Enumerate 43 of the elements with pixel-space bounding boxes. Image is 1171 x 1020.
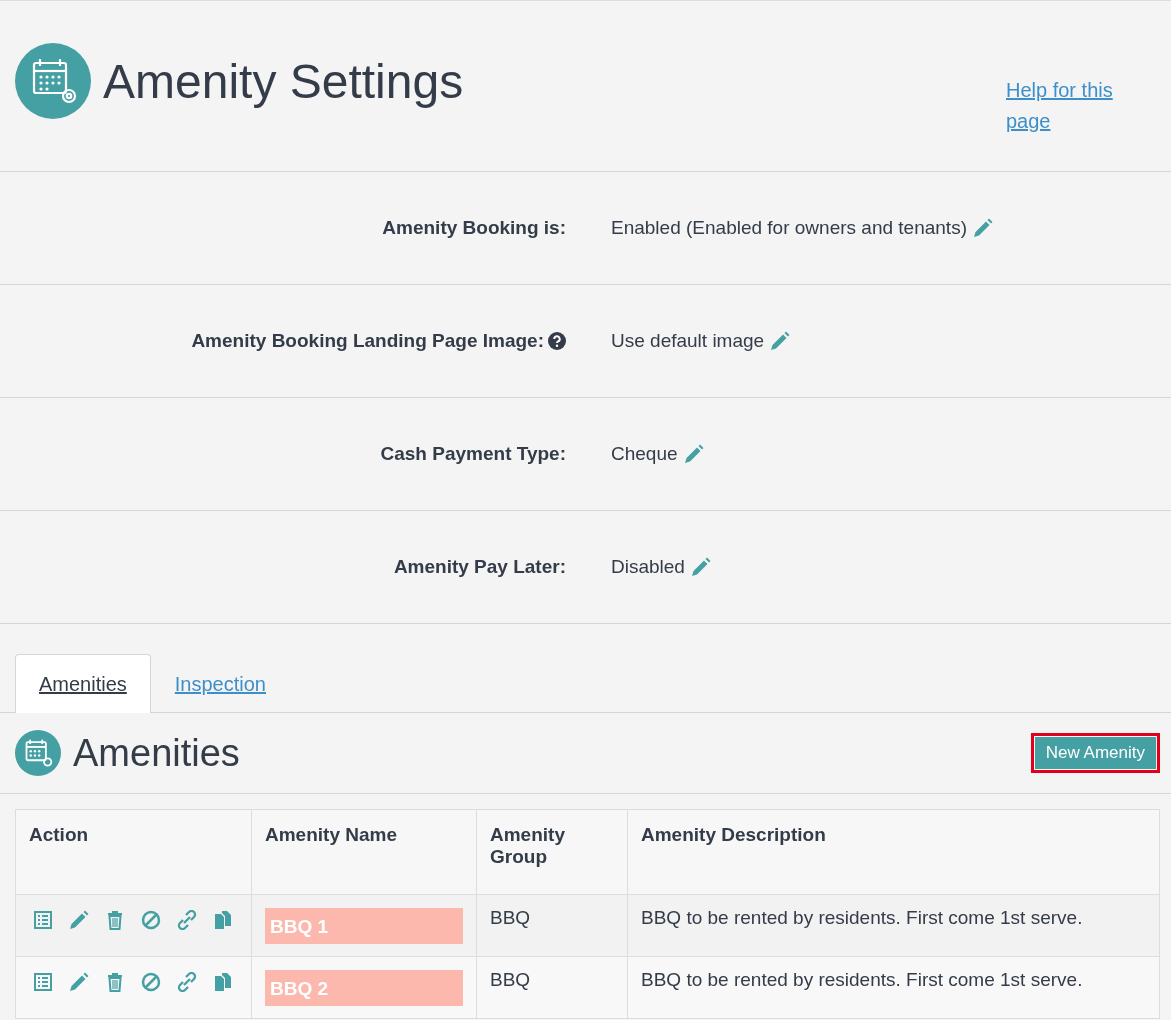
edit-icon[interactable]: [683, 444, 704, 464]
table-cell: BBQ to be rented by residents. First come 1st serve.: [641, 907, 1083, 928]
column-header: Amenity Name: [265, 824, 397, 845]
edit-icon[interactable]: [69, 972, 89, 992]
block-icon[interactable]: [141, 972, 161, 992]
section-title: Amenities: [73, 731, 240, 775]
copy-icon[interactable]: [213, 910, 233, 930]
delete-icon[interactable]: [105, 972, 125, 992]
edit-icon[interactable]: [69, 910, 89, 930]
setting-value: Enabled (Enabled for owners and tenants): [611, 217, 967, 239]
amenity-name-tag: BBQ 1: [265, 908, 463, 944]
help-link[interactable]: Help for this page: [1006, 75, 1156, 137]
amenity-name-tag: BBQ 2: [265, 970, 463, 1006]
column-header: Amenity Group: [490, 824, 565, 867]
page-title: Amenity Settings: [103, 53, 464, 109]
setting-label: Amenity Booking Landing Page Image:: [191, 330, 544, 352]
link-icon[interactable]: [177, 910, 197, 930]
table-cell: BBQ: [490, 969, 531, 990]
block-icon[interactable]: [141, 910, 161, 930]
setting-value: Disabled: [611, 556, 685, 578]
table-cell: BBQ: [490, 907, 531, 928]
calendar-gear-icon: [15, 43, 91, 119]
link-icon[interactable]: [177, 972, 197, 992]
edit-icon[interactable]: [972, 218, 993, 238]
copy-icon[interactable]: [213, 972, 233, 992]
table-cell: BBQ to be rented by residents. First come 1st serve.: [641, 969, 1083, 990]
help-icon[interactable]: [548, 332, 566, 350]
setting-label: Amenity Booking is:: [382, 217, 566, 239]
setting-value: Use default image: [611, 330, 765, 352]
column-header: Amenity Description: [641, 824, 826, 845]
setting-label: Amenity Pay Later:: [393, 556, 566, 578]
setting-value: Cheque: [611, 443, 678, 465]
tab[interactable]: Amenities: [15, 654, 151, 713]
tab[interactable]: Inspection: [150, 654, 290, 713]
edit-icon[interactable]: [770, 331, 791, 351]
new-amenity-button[interactable]: New Amenity: [1030, 733, 1160, 773]
list-icon[interactable]: [33, 910, 53, 930]
setting-label: Cash Payment Type:: [380, 443, 566, 465]
edit-icon[interactable]: [690, 557, 711, 577]
list-icon[interactable]: [33, 972, 53, 992]
column-header: Action: [29, 824, 89, 845]
delete-icon[interactable]: [105, 910, 125, 930]
calendar-gear-icon: [15, 730, 61, 776]
